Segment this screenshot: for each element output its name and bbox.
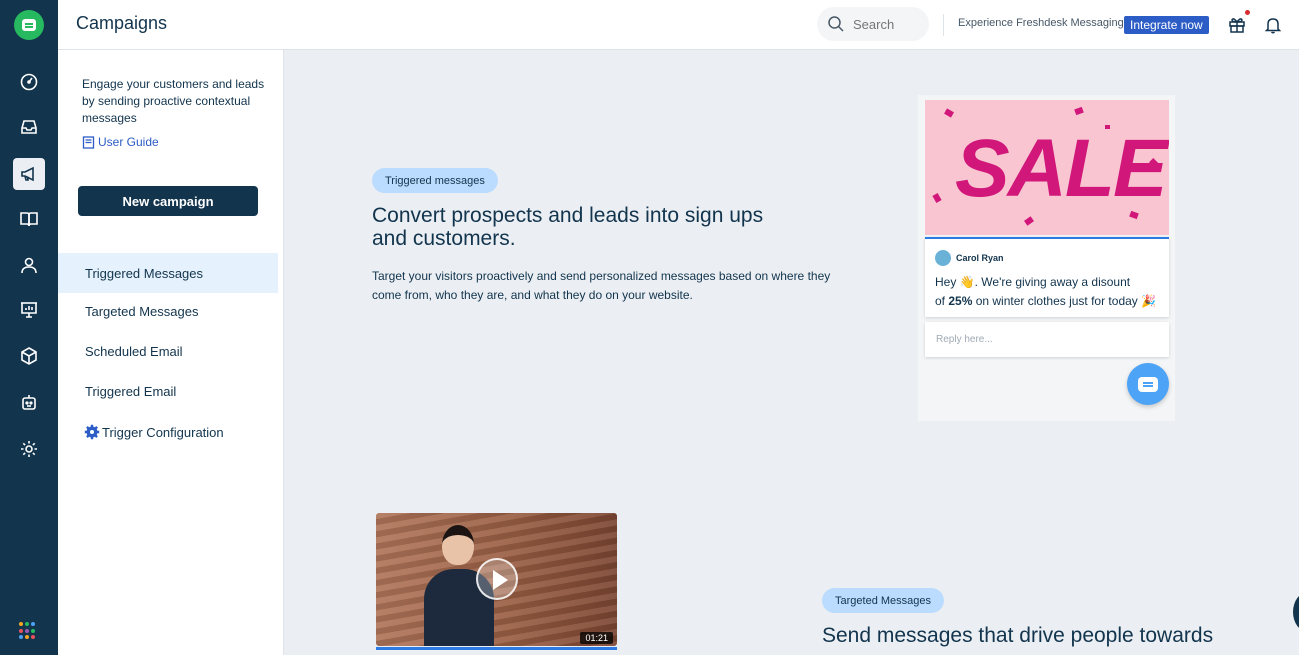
reply-field: Reply here...	[925, 322, 1169, 357]
sidebar-item-triggered-messages[interactable]: Triggered Messages	[58, 253, 278, 293]
app-switcher-icon[interactable]	[19, 622, 37, 640]
reports-icon[interactable]	[13, 294, 45, 326]
message-line-2: of 25% on winter clothes just for today …	[935, 292, 1165, 311]
search-icon	[828, 16, 844, 32]
user-guide-link[interactable]: User Guide	[82, 135, 159, 149]
campaigns-icon[interactable]	[13, 158, 45, 190]
sidebar-item-label: Targeted Messages	[85, 303, 199, 319]
chat-message-card: Carol Ryan Hey 👋. We're giving away a di…	[925, 237, 1169, 317]
triggered-messages-pill: Triggered messages	[372, 168, 498, 193]
settings-icon[interactable]	[13, 433, 45, 465]
sidebar-item-label: Trigger Configuration	[102, 424, 224, 440]
message-suffix: on winter clothes just for today 🎉	[972, 294, 1157, 308]
apps-box-icon[interactable]	[13, 340, 45, 372]
targeted-messages-pill: Targeted Messages	[822, 588, 944, 613]
sale-banner: SALE	[925, 100, 1169, 235]
video-thumbnail[interactable]: 01:21	[376, 513, 617, 646]
search-input[interactable]	[853, 16, 923, 32]
section1-heading: Convert prospects and leads into sign up…	[372, 204, 764, 250]
sidebar-intro: Engage your customers and leads by sendi…	[82, 77, 265, 125]
bell-icon[interactable]	[1263, 15, 1283, 35]
chat-preview-illustration: SALE Carol Ryan Hey 👋. We're giving away…	[918, 95, 1175, 421]
agent-name: Carol Ryan	[956, 253, 1004, 263]
dashboard-icon[interactable]	[13, 66, 45, 98]
video-progress-bar	[376, 647, 617, 650]
video-duration: 01:21	[580, 632, 613, 644]
sale-text: SALE	[955, 123, 1168, 214]
page-title: Campaigns	[76, 13, 168, 33]
notification-dot	[1245, 10, 1250, 15]
inbox-icon[interactable]	[13, 111, 45, 143]
header-divider	[943, 14, 944, 36]
knowledge-base-icon[interactable]	[13, 203, 45, 235]
top-header: Campaigns Experience Freshdesk Messaging…	[58, 0, 1299, 50]
bot-icon[interactable]	[13, 387, 45, 419]
sidebar-item-triggered-email[interactable]: Triggered Email	[58, 371, 278, 411]
user-guide-label[interactable]: User Guide	[98, 135, 159, 149]
left-rail	[0, 0, 58, 655]
avatar	[935, 250, 951, 266]
sidebar-item-label: Triggered Messages	[85, 265, 204, 281]
sidebar-item-trigger-configuration[interactable]: Trigger Configuration	[58, 412, 278, 452]
help-widget-icon[interactable]	[1293, 592, 1299, 632]
sidebar-item-scheduled-email[interactable]: Scheduled Email	[58, 331, 278, 371]
message-prefix: of	[935, 294, 949, 308]
app-logo-icon[interactable]	[14, 10, 44, 40]
sidebar-item-targeted-messages[interactable]: Targeted Messages	[58, 291, 278, 331]
book-icon	[82, 135, 95, 149]
integrate-now-button[interactable]: Integrate now	[1124, 16, 1209, 34]
gift-icon[interactable]	[1227, 15, 1247, 35]
chat-message: Hey 👋. We're giving away a disount of 25…	[935, 273, 1165, 311]
sidebar-item-label: Scheduled Email	[85, 343, 183, 359]
experience-text: Experience Freshdesk Messaging	[958, 17, 1124, 29]
search-box[interactable]	[817, 7, 929, 41]
section2-heading: Send messages that drive people towards	[822, 624, 1214, 647]
gear-icon	[84, 424, 100, 440]
chat-launcher-icon	[1127, 363, 1169, 405]
campaigns-sidebar: Engage your customers and leads by sendi…	[58, 50, 284, 655]
play-icon[interactable]	[476, 558, 518, 600]
contacts-icon[interactable]	[13, 249, 45, 281]
message-line-1: Hey 👋. We're giving away a disount	[935, 275, 1131, 289]
new-campaign-button[interactable]: New campaign	[78, 186, 258, 216]
discount-value: 25%	[948, 294, 973, 308]
sidebar-item-label: Triggered Email	[85, 383, 177, 399]
section1-description: Target your visitors proactively and sen…	[372, 269, 831, 302]
